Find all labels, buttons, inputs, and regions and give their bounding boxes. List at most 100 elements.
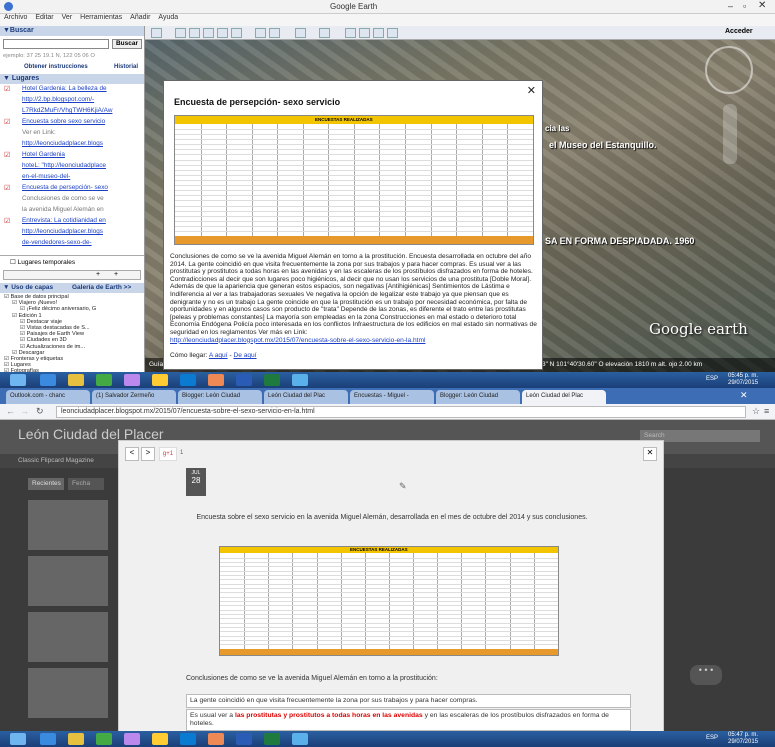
place-item[interactable]: L7RkdZMuFr/VhgTWH6KjiA/Aw: [22, 107, 112, 114]
place-item[interactable]: http://leonciudadplacer.blogs: [22, 228, 103, 235]
close-window-button[interactable]: ✕: [740, 390, 748, 401]
browser-tab[interactable]: Blogger: León Ciudad: [178, 390, 262, 404]
forward-icon[interactable]: →: [20, 406, 29, 416]
browser-tab[interactable]: León Ciudad del Plac: [522, 390, 606, 404]
view-in-maps-icon[interactable]: [387, 28, 398, 38]
add-icon[interactable]: +: [96, 271, 100, 278]
menu-icon[interactable]: ≡: [764, 406, 769, 416]
word-icon[interactable]: [236, 733, 252, 745]
maximize-button[interactable]: ▫: [743, 1, 746, 11]
language-indicator[interactable]: ESP: [706, 735, 718, 741]
browser-tab[interactable]: (1) Salvador Zermeño: [92, 390, 176, 404]
place-item[interactable]: Ver en Link:: [22, 129, 56, 136]
back-icon[interactable]: ←: [6, 406, 15, 416]
place-item[interactable]: http://leonciudadplacer.blogs: [22, 140, 103, 147]
checkbox-icon[interactable]: ☑: [12, 300, 19, 306]
excel-icon[interactable]: [264, 733, 280, 745]
menu-item[interactable]: Añadir: [130, 14, 150, 21]
add-folder-icon[interactable]: +: [114, 271, 118, 278]
historical-imagery-icon[interactable]: [255, 28, 266, 38]
planets-icon[interactable]: [295, 28, 306, 38]
app-icon[interactable]: [124, 374, 140, 386]
browser-tab[interactable]: Outlook.com - chanc: [6, 390, 90, 404]
place-item[interactable]: Hotel Gardenia: La belleza de: [22, 85, 107, 92]
email-icon[interactable]: [345, 28, 356, 38]
hide-sidebar-icon[interactable]: [151, 28, 162, 38]
place-item[interactable]: http://2.bp.blogspot.com/-: [22, 96, 94, 103]
word-icon[interactable]: [236, 374, 252, 386]
search-input[interactable]: [3, 39, 109, 49]
hp-icon[interactable]: [180, 733, 196, 745]
place-item[interactable]: Conclusiones de como se ve: [22, 195, 104, 202]
checkbox-icon[interactable]: ☑: [12, 350, 19, 356]
close-lightbox-button[interactable]: ✕: [643, 447, 657, 461]
checkbox-icon[interactable]: ☑: [20, 337, 27, 343]
browser-tab[interactable]: León Ciudad del Plac: [264, 390, 348, 404]
polygon-icon[interactable]: [189, 28, 200, 38]
print-icon[interactable]: [359, 28, 370, 38]
close-button[interactable]: ✕: [758, 0, 766, 11]
start-button-icon[interactable]: [10, 374, 26, 386]
checkbox-icon[interactable]: ☑: [20, 306, 27, 312]
tab-earth-gallery[interactable]: Galería de Earth >>: [72, 284, 131, 291]
zoom-slider[interactable]: [723, 104, 737, 164]
layer-item[interactable]: ☑ ¡Feliz décimo aniversario, G: [20, 306, 96, 312]
compass-icon[interactable]: [705, 46, 753, 94]
record-tour-icon[interactable]: [231, 28, 242, 38]
tab-layers[interactable]: ▼ Uso de capas: [3, 284, 53, 291]
tab-date[interactable]: Fecha: [68, 478, 104, 490]
post-thumbnails[interactable]: [28, 500, 108, 720]
file-explorer-icon[interactable]: [68, 733, 84, 745]
app-icon[interactable]: [208, 374, 224, 386]
layer-item[interactable]: ☑ Edición 1: [12, 313, 42, 319]
hp-icon[interactable]: [180, 374, 196, 386]
layer-item[interactable]: ☑ Ciudades en 3D: [20, 337, 67, 343]
search-button[interactable]: Buscar: [112, 39, 142, 49]
directions-from-here-link[interactable]: De aquí: [233, 352, 256, 359]
star-icon[interactable]: ☆: [752, 406, 760, 417]
placemark-icon[interactable]: [175, 28, 186, 38]
app-icon[interactable]: [208, 733, 224, 745]
checkbox-icon[interactable]: ☑: [4, 294, 11, 300]
google-earth-taskbar-icon[interactable]: [292, 374, 308, 386]
place-item[interactable]: hoteL: "http://leonciudadplace: [22, 162, 106, 169]
directions-link[interactable]: Obtener instrucciones: [24, 64, 88, 70]
checkbox-icon[interactable]: ☑: [20, 319, 27, 325]
checkbox-icon[interactable]: ☑: [12, 313, 19, 319]
menu-item[interactable]: Archivo: [4, 14, 27, 21]
browser-tab[interactable]: Encuestas - Miguel -: [350, 390, 434, 404]
internet-explorer-icon[interactable]: [40, 733, 56, 745]
excel-icon[interactable]: [264, 374, 280, 386]
internet-explorer-icon[interactable]: [40, 374, 56, 386]
url-input[interactable]: leonciudadplacer.blogspot.mx/2015/07/enc…: [56, 406, 746, 418]
layer-item[interactable]: ☑ Descargar: [12, 350, 44, 356]
directions-to-here-link[interactable]: A aquí: [209, 352, 228, 359]
browser-tab[interactable]: Blogger: León Ciudad: [436, 390, 520, 404]
close-icon[interactable]: ✕: [527, 84, 536, 97]
image-overlay-icon[interactable]: [217, 28, 228, 38]
app-icon[interactable]: [124, 733, 140, 745]
start-button-icon[interactable]: [10, 733, 26, 745]
place-item[interactable]: en-el-museo-del-: [22, 173, 70, 180]
minimize-button[interactable]: –: [728, 1, 733, 11]
more-options-button[interactable]: • • •: [690, 665, 722, 685]
app-icon[interactable]: [96, 733, 112, 745]
edit-pencil-icon[interactable]: ✎: [399, 481, 407, 492]
sign-in-link[interactable]: Acceder: [725, 28, 753, 35]
google-plus-button[interactable]: g+1: [159, 447, 177, 461]
menu-item[interactable]: Ayuda: [158, 14, 178, 21]
app-icon[interactable]: [96, 374, 112, 386]
search-section-header[interactable]: ▼Buscar: [0, 26, 144, 36]
place-item[interactable]: de-vendedores-sexo-de-: [22, 239, 92, 246]
place-item[interactable]: Entrevista: La cotidianidad en: [22, 217, 106, 224]
layer-item[interactable]: ☑ Actualizaciones de im...: [20, 344, 85, 350]
save-image-icon[interactable]: [373, 28, 384, 38]
places-section-header[interactable]: ▼ Lugares: [0, 74, 144, 84]
tab-recent[interactable]: Recientes: [28, 478, 64, 490]
temporary-places[interactable]: ☐ Lugares temporales: [10, 258, 75, 266]
file-explorer-icon[interactable]: [68, 374, 84, 386]
language-indicator[interactable]: ESP: [706, 376, 718, 382]
place-item[interactable]: Hotel Gardenia: [22, 151, 65, 158]
menu-item[interactable]: Herramientas: [80, 14, 122, 21]
place-item[interactable]: Encuesta sobre sexo servicio: [22, 118, 105, 125]
